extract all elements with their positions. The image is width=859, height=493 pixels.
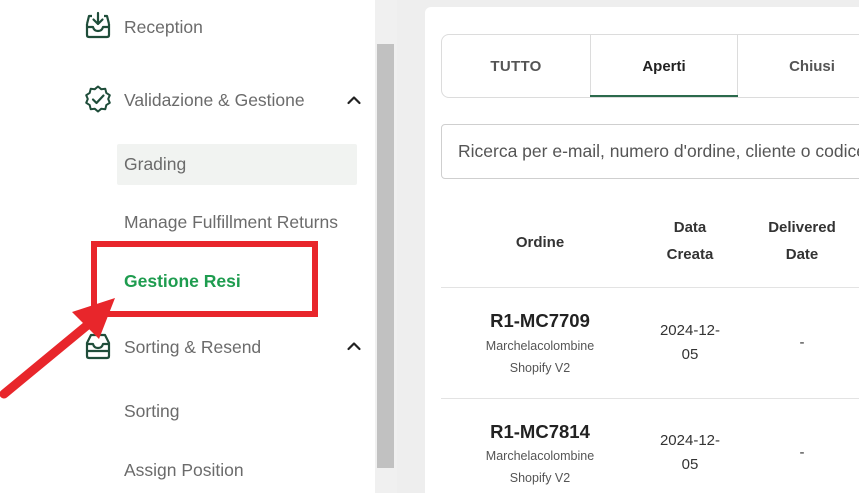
chevron-up-icon[interactable]	[345, 337, 363, 355]
tray-icon	[85, 333, 111, 360]
order-client: Marchelacolombine Shopify V2	[485, 339, 595, 375]
tab-chiusi[interactable]: Chiusi	[738, 35, 859, 97]
sidebar-item-sorting-resend[interactable]: Sorting & Resend	[0, 331, 375, 363]
sidebar-item-reception[interactable]: Reception	[0, 10, 375, 44]
search-input[interactable]	[441, 124, 859, 179]
order-number[interactable]: R1-MC7709	[470, 310, 610, 332]
sidebar-subitem-sorting[interactable]: Sorting	[124, 401, 179, 422]
order-delivered-date: -	[799, 334, 805, 351]
order-number[interactable]: R1-MC7814	[470, 421, 610, 443]
active-tab-indicator	[590, 95, 738, 97]
table-divider	[441, 287, 859, 288]
column-header-delivered-date[interactable]: Delivered Date	[752, 214, 852, 268]
verified-badge-icon	[85, 85, 111, 113]
sidebar-subitem-assign-position[interactable]: Assign Position	[124, 460, 244, 481]
order-delivered-date: -	[799, 444, 805, 461]
tab-tutto[interactable]: TUTTO	[442, 35, 590, 97]
sidebar-subitem-manage-fulfillment-returns[interactable]: Manage Fulfillment Returns	[124, 212, 338, 233]
highlight-box-annotation	[91, 241, 318, 317]
table-divider	[441, 398, 859, 399]
sidebar-item-validazione[interactable]: Validazione & Gestione	[0, 84, 375, 116]
column-header-data-creata[interactable]: Data Creata	[640, 214, 740, 268]
order-created-date: 2024-12- 05	[659, 322, 721, 363]
sidebar-item-label: Validazione & Gestione	[124, 90, 305, 110]
sidebar-item-label: Sorting & Resend	[124, 337, 262, 357]
order-client: Marchelacolombine Shopify V2	[485, 449, 595, 485]
sidebar-item-label: Reception	[124, 17, 203, 37]
inbox-download-icon	[85, 11, 111, 39]
tab-aperti[interactable]: Aperti	[590, 35, 738, 97]
status-tabs: TUTTO Aperti Chiusi	[441, 34, 859, 98]
sidebar-subitem-grading[interactable]: Grading	[124, 154, 186, 175]
order-created-date: 2024-12- 05	[659, 432, 721, 473]
chevron-up-icon[interactable]	[345, 91, 363, 109]
sidebar-scrollbar-thumb[interactable]	[377, 44, 394, 468]
column-header-ordine: Ordine	[515, 234, 565, 251]
